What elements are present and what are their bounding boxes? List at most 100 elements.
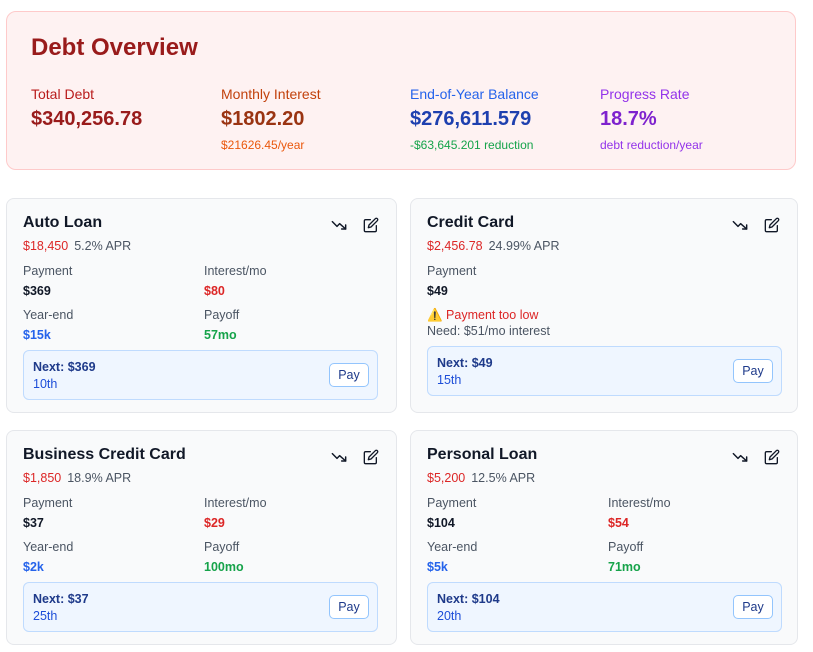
debt-card-auto-loan: Auto Loan $18,450 5.2% APR Payment $369 I… bbox=[6, 198, 397, 413]
stat-label: End-of-Year Balance bbox=[410, 86, 539, 102]
trending-down-icon[interactable] bbox=[731, 448, 749, 466]
payoff-label: Payoff bbox=[204, 308, 240, 322]
stat-end-of-year: End-of-Year Balance $276,611.579 -$63,64… bbox=[410, 86, 539, 152]
year-end-field: Year-end $2k bbox=[23, 539, 73, 575]
year-end-label: Year-end bbox=[427, 540, 478, 554]
payoff-field: Payoff 100mo bbox=[204, 539, 244, 575]
apr: 24.99% APR bbox=[488, 239, 560, 253]
warning-text: ⚠️ Payment too low bbox=[427, 308, 539, 322]
payment-warning: ⚠️ Payment too low Need: $51/mo interest bbox=[427, 307, 550, 339]
payoff-value: 57mo bbox=[204, 328, 237, 342]
next-payment-date: 10th bbox=[33, 377, 58, 391]
payment-label: Payment bbox=[23, 264, 73, 278]
stat-sub: debt reduction/year bbox=[600, 138, 703, 152]
payment-label: Payment bbox=[427, 264, 477, 278]
stat-sub: $21626.45/year bbox=[221, 138, 305, 152]
balance-line: $2,456.78 24.99% APR bbox=[427, 239, 560, 253]
interest-value: $29 bbox=[204, 516, 225, 530]
year-end-label: Year-end bbox=[23, 308, 74, 322]
year-end-value: $15k bbox=[23, 328, 51, 342]
edit-icon[interactable] bbox=[763, 216, 781, 234]
payoff-value: 71mo bbox=[608, 560, 641, 574]
card-title: Personal Loan bbox=[427, 446, 538, 463]
trending-down-icon[interactable] bbox=[731, 216, 749, 234]
stat-value: $276,611.579 bbox=[410, 108, 532, 130]
stat-monthly-interest: Monthly Interest $1802.20 $21626.45/year bbox=[221, 86, 321, 152]
warning-detail: Need: $51/mo interest bbox=[427, 324, 550, 338]
balance: $2,456.78 bbox=[427, 239, 483, 253]
interest-label: Interest/mo bbox=[204, 264, 267, 278]
year-end-value: $5k bbox=[427, 560, 448, 574]
payoff-value: 100mo bbox=[204, 560, 244, 574]
card-title: Business Credit Card bbox=[23, 446, 186, 463]
payment-field: Payment $37 bbox=[23, 495, 72, 531]
next-payment-box: Next: $104 20th Pay bbox=[427, 582, 782, 632]
interest-field: Interest/mo $54 bbox=[608, 495, 671, 531]
card-title: Auto Loan bbox=[23, 214, 103, 231]
payoff-label: Payoff bbox=[608, 540, 644, 554]
stat-value: $340,256.78 bbox=[31, 108, 143, 130]
next-payment-amount: Next: $49 bbox=[437, 356, 493, 370]
edit-icon[interactable] bbox=[362, 448, 380, 466]
next-payment-amount: Next: $37 bbox=[33, 592, 89, 606]
interest-label: Interest/mo bbox=[608, 496, 671, 510]
stat-value: $1802.20 bbox=[221, 108, 305, 130]
payment-field: Payment $49 bbox=[427, 263, 476, 299]
pay-button[interactable]: Pay bbox=[733, 359, 773, 383]
trending-down-icon[interactable] bbox=[330, 216, 348, 234]
balance: $5,200 bbox=[427, 471, 466, 485]
next-payment-date: 25th bbox=[33, 609, 58, 623]
debt-overview-panel: Debt Overview Total Debt $340,256.78 Mon… bbox=[6, 11, 796, 170]
trending-down-icon[interactable] bbox=[330, 448, 348, 466]
payment-value: $104 bbox=[427, 516, 455, 530]
balance: $1,850 bbox=[23, 471, 62, 485]
balance: $18,450 bbox=[23, 239, 69, 253]
next-payment-amount: Next: $369 bbox=[33, 360, 96, 374]
pay-button[interactable]: Pay bbox=[733, 595, 773, 619]
balance-line: $18,450 5.2% APR bbox=[23, 239, 131, 253]
interest-value: $54 bbox=[608, 516, 629, 530]
stat-label: Monthly Interest bbox=[221, 86, 321, 102]
edit-icon[interactable] bbox=[362, 216, 380, 234]
debt-card-business-credit-card: Business Credit Card $1,850 18.9% APR Pay… bbox=[6, 430, 397, 645]
payoff-label: Payoff bbox=[204, 540, 240, 554]
year-end-label: Year-end bbox=[23, 540, 74, 554]
stat-label: Progress Rate bbox=[600, 86, 690, 102]
stat-label: Total Debt bbox=[31, 86, 95, 102]
payment-value: $369 bbox=[23, 284, 51, 298]
payment-field: Payment $104 bbox=[427, 495, 476, 531]
next-payment-date: 20th bbox=[437, 609, 462, 623]
next-payment-box: Next: $369 10th Pay bbox=[23, 350, 378, 400]
next-payment-box: Next: $49 15th Pay bbox=[427, 346, 782, 396]
interest-label: Interest/mo bbox=[204, 496, 267, 510]
edit-icon[interactable] bbox=[763, 448, 781, 466]
pay-button[interactable]: Pay bbox=[329, 363, 369, 387]
year-end-value: $2k bbox=[23, 560, 44, 574]
pay-button[interactable]: Pay bbox=[329, 595, 369, 619]
apr: 12.5% APR bbox=[471, 471, 536, 485]
debt-card-credit-card: Credit Card $2,456.78 24.99% APR Payment … bbox=[410, 198, 798, 413]
stat-value: 18.7% bbox=[600, 108, 657, 130]
balance-line: $1,850 18.9% APR bbox=[23, 471, 131, 485]
apr: 18.9% APR bbox=[67, 471, 132, 485]
payment-value: $37 bbox=[23, 516, 44, 530]
interest-field: Interest/mo $29 bbox=[204, 495, 267, 531]
payoff-field: Payoff 57mo bbox=[204, 307, 239, 343]
year-end-field: Year-end $15k bbox=[23, 307, 73, 343]
interest-value: $80 bbox=[204, 284, 225, 298]
stat-progress-rate: Progress Rate 18.7% debt reduction/year bbox=[600, 86, 703, 152]
payment-label: Payment bbox=[427, 496, 477, 510]
payment-label: Payment bbox=[23, 496, 73, 510]
balance-line: $5,200 12.5% APR bbox=[427, 471, 535, 485]
next-payment-amount: Next: $104 bbox=[437, 592, 500, 606]
year-end-field: Year-end $5k bbox=[427, 539, 477, 575]
card-title: Credit Card bbox=[427, 214, 515, 231]
next-payment-box: Next: $37 25th Pay bbox=[23, 582, 378, 632]
payoff-field: Payoff 71mo bbox=[608, 539, 643, 575]
payment-field: Payment $369 bbox=[23, 263, 72, 299]
payment-value: $49 bbox=[427, 284, 448, 298]
debt-card-personal-loan: Personal Loan $5,200 12.5% APR Payment $1… bbox=[410, 430, 798, 645]
overview-title: Debt Overview bbox=[31, 34, 198, 61]
stat-total-debt: Total Debt $340,256.78 bbox=[31, 86, 142, 131]
interest-field: Interest/mo $80 bbox=[204, 263, 267, 299]
